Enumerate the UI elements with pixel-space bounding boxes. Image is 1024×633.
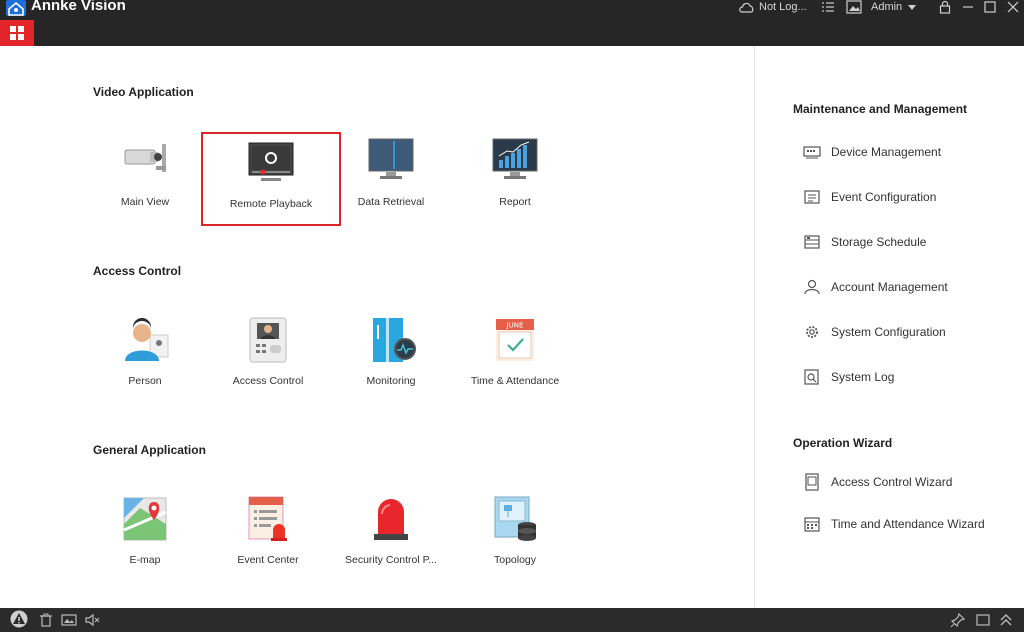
- sidebar-item-label: System Configuration: [831, 325, 946, 339]
- sidebar-item-device-management[interactable]: Device Management: [803, 143, 941, 161]
- tile-topology[interactable]: Topology: [455, 490, 575, 582]
- tile-label: Access Control: [232, 375, 304, 387]
- wizard-title: Operation Wizard: [793, 436, 893, 450]
- list-icon[interactable]: [821, 0, 835, 14]
- tile-label: Event Center: [237, 554, 299, 566]
- section-title-access-control: Access Control: [93, 264, 182, 278]
- sidebar-item-time-attendance-wizard[interactable]: Time and Attendance Wizard: [803, 515, 985, 533]
- tile-label: Remote Playback: [229, 198, 313, 210]
- sidebar-item-event-configuration[interactable]: Event Configuration: [803, 188, 936, 206]
- minimize-icon[interactable]: [962, 0, 974, 14]
- tile-remote-playback[interactable]: Remote Playback: [201, 132, 341, 226]
- person-icon: [120, 315, 170, 365]
- calendar-month: JUNE: [506, 322, 524, 330]
- cloud-status-text[interactable]: Not Log...: [759, 0, 807, 14]
- tile-label: Time & Attendance: [470, 375, 560, 387]
- playback-icon: [246, 140, 296, 190]
- tile-main-view[interactable]: Main View: [85, 132, 205, 224]
- storage-icon: [803, 233, 821, 251]
- data-retrieval-icon: [366, 136, 416, 186]
- sidebar-item-label: Storage Schedule: [831, 235, 927, 249]
- lock-icon[interactable]: [939, 0, 951, 14]
- section-title-general-application: General Application: [93, 443, 206, 457]
- window-icon[interactable]: [975, 612, 991, 628]
- tile-data-retrieval[interactable]: Data Retrieval: [331, 132, 451, 224]
- tile-label: Person: [128, 375, 162, 387]
- topology-icon: [490, 494, 540, 544]
- pin-icon[interactable]: [950, 612, 966, 628]
- sidebar-item-account-management[interactable]: Account Management: [803, 278, 948, 296]
- tile-security-control-panel[interactable]: Security Control P...: [331, 490, 451, 582]
- tile-label: Data Retrieval: [357, 196, 425, 208]
- sidebar-item-system-log[interactable]: System Log: [803, 368, 894, 386]
- log-icon: [803, 368, 821, 386]
- wizard-doc-icon: [803, 473, 821, 491]
- alarm-light-icon: [366, 494, 416, 544]
- sidebar: Maintenance and Management Device Manage…: [754, 46, 1024, 608]
- close-icon[interactable]: [1007, 0, 1019, 14]
- picture-icon[interactable]: [61, 612, 77, 628]
- section-title-video-application: Video Application: [93, 85, 194, 99]
- tile-label: Report: [499, 196, 531, 208]
- user-name[interactable]: Admin: [871, 0, 902, 14]
- tile-monitoring[interactable]: Monitoring: [331, 311, 451, 403]
- tile-label: Main View: [120, 196, 170, 208]
- sidebar-item-label: Event Configuration: [831, 190, 937, 204]
- app-title: Annke Vision: [31, 0, 126, 14]
- tile-label: Security Control P...: [344, 554, 437, 566]
- event-config-icon: [803, 188, 821, 206]
- mute-icon[interactable]: [84, 612, 100, 628]
- event-center-icon: [243, 494, 293, 544]
- chevron-down-icon[interactable]: [907, 0, 917, 14]
- wizard-calendar-icon: [803, 515, 821, 533]
- gear-icon: [803, 323, 821, 341]
- double-chevron-up-icon[interactable]: [998, 612, 1014, 628]
- tile-label: E-map: [129, 554, 161, 566]
- map-icon: [120, 494, 170, 544]
- report-icon: [490, 136, 540, 186]
- image-icon[interactable]: [846, 0, 862, 14]
- trash-icon[interactable]: [38, 612, 54, 628]
- device-icon: [803, 143, 821, 161]
- sidebar-item-label: Time and Attendance Wizard: [831, 517, 985, 531]
- sidebar-item-label: Device Management: [831, 145, 942, 159]
- maximize-icon[interactable]: [984, 0, 996, 14]
- main-content: Video Application Access Control General…: [0, 46, 754, 608]
- sidebar-item-system-configuration[interactable]: System Configuration: [803, 323, 946, 341]
- account-icon: [803, 278, 821, 296]
- monitoring-icon: [366, 315, 416, 365]
- annke-logo-icon: [6, 0, 26, 16]
- sidebar-item-label: Access Control Wizard: [831, 475, 953, 489]
- tile-access-control[interactable]: Access Control: [208, 311, 328, 403]
- tile-label: Topology: [493, 554, 537, 566]
- tile-event-center[interactable]: Event Center: [208, 490, 328, 582]
- warning-icon[interactable]: [9, 610, 29, 628]
- sidebar-item-access-control-wizard[interactable]: Access Control Wizard: [803, 473, 952, 491]
- sidebar-item-label: System Log: [831, 370, 895, 384]
- tile-e-map[interactable]: E-map: [85, 490, 205, 582]
- title-bar: Annke Vision Not Log... Admin: [0, 0, 1024, 46]
- sidebar-item-storage-schedule[interactable]: Storage Schedule: [803, 233, 926, 251]
- status-bar: [0, 608, 1024, 632]
- calendar-icon: JUNE: [490, 315, 540, 365]
- tile-time-attendance[interactable]: JUNE Time & Attendance: [455, 311, 575, 403]
- tile-label: Monitoring: [366, 375, 416, 387]
- camera-icon: [120, 136, 170, 186]
- tile-report[interactable]: Report: [455, 132, 575, 224]
- maintenance-title: Maintenance and Management: [793, 102, 968, 116]
- sidebar-item-label: Account Management: [831, 280, 948, 294]
- tile-person[interactable]: Person: [85, 311, 205, 403]
- access-control-icon: [243, 315, 293, 365]
- app-grid-button[interactable]: [0, 20, 34, 46]
- cloud-icon[interactable]: [738, 0, 756, 14]
